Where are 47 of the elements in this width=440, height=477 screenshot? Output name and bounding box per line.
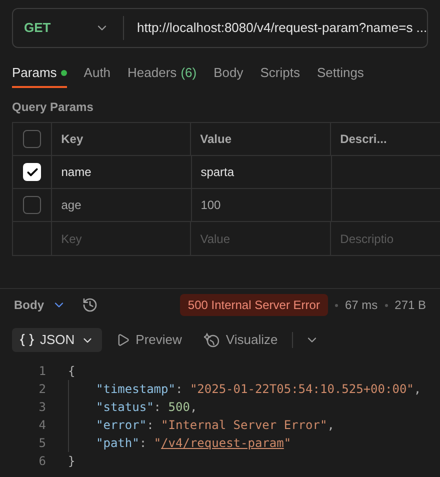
- line-number: 4: [38, 417, 46, 434]
- column-header: Descri...: [340, 131, 387, 148]
- code-line: "path": "/v4/request-param": [96, 435, 292, 452]
- table-cell-text: name: [61, 164, 92, 181]
- checkbox[interactable]: [23, 130, 42, 148]
- table-cell-text: 100: [200, 197, 221, 214]
- play-icon: [116, 333, 130, 347]
- body-dropdown[interactable]: Body: [14, 296, 66, 314]
- table-cell-text: sparta: [200, 164, 234, 181]
- line-number: 6: [38, 453, 46, 470]
- checkbox[interactable]: [23, 196, 42, 214]
- tab[interactable]: Settings: [316, 60, 364, 88]
- tab[interactable]: Body: [214, 60, 244, 88]
- key-field[interactable]: Key: [61, 230, 190, 248]
- method-dropdown[interactable]: GET: [13, 9, 123, 47]
- line-number: 5: [38, 435, 46, 452]
- tab[interactable]: Auth: [84, 60, 111, 88]
- sparkle-globe-icon: [204, 332, 220, 348]
- code-line: "timestamp": "2025-01-22T05:54:10.525+00:00",: [96, 381, 422, 398]
- code-line: "error": "Internal Server Error",: [96, 417, 334, 434]
- code-line: {: [68, 363, 76, 380]
- view-option[interactable]: Visualize: [196, 328, 286, 352]
- column-header: Value: [200, 131, 232, 148]
- code-line: "status": 500,: [96, 399, 198, 416]
- format-dropdown[interactable]: JSON: [12, 328, 102, 352]
- tab[interactable]: Params: [12, 60, 67, 88]
- view-option[interactable]: Preview: [108, 328, 190, 352]
- response-size: 271 B: [394, 297, 426, 314]
- url-field[interactable]: http://localhost:8080/v4/request-param?name=s ...: [124, 18, 427, 38]
- line-number: 2: [38, 381, 46, 398]
- status-badge: 500 Internal Server Error: [180, 294, 328, 316]
- tab[interactable]: Headers (6): [128, 60, 197, 88]
- line-number: 1: [38, 363, 46, 380]
- value-field[interactable]: Value: [200, 230, 330, 248]
- checkbox[interactable]: [23, 163, 42, 181]
- checkmark-icon: [26, 166, 39, 178]
- section-title: Query Params: [11, 99, 94, 116]
- history-icon[interactable]: [82, 297, 98, 313]
- table-cell-text: age: [61, 197, 82, 214]
- response-time: 67 ms: [344, 297, 378, 314]
- line-number: 3: [38, 399, 46, 416]
- request-bar[interactable]: GET http://localhost:8080/v4/request-param?name=s ...: [12, 8, 428, 48]
- braces-icon: [20, 333, 34, 347]
- description-field[interactable]: Descriptio: [340, 230, 440, 248]
- code-line: }: [68, 453, 76, 470]
- tab[interactable]: Scripts: [260, 60, 300, 88]
- column-header: Key: [61, 131, 84, 148]
